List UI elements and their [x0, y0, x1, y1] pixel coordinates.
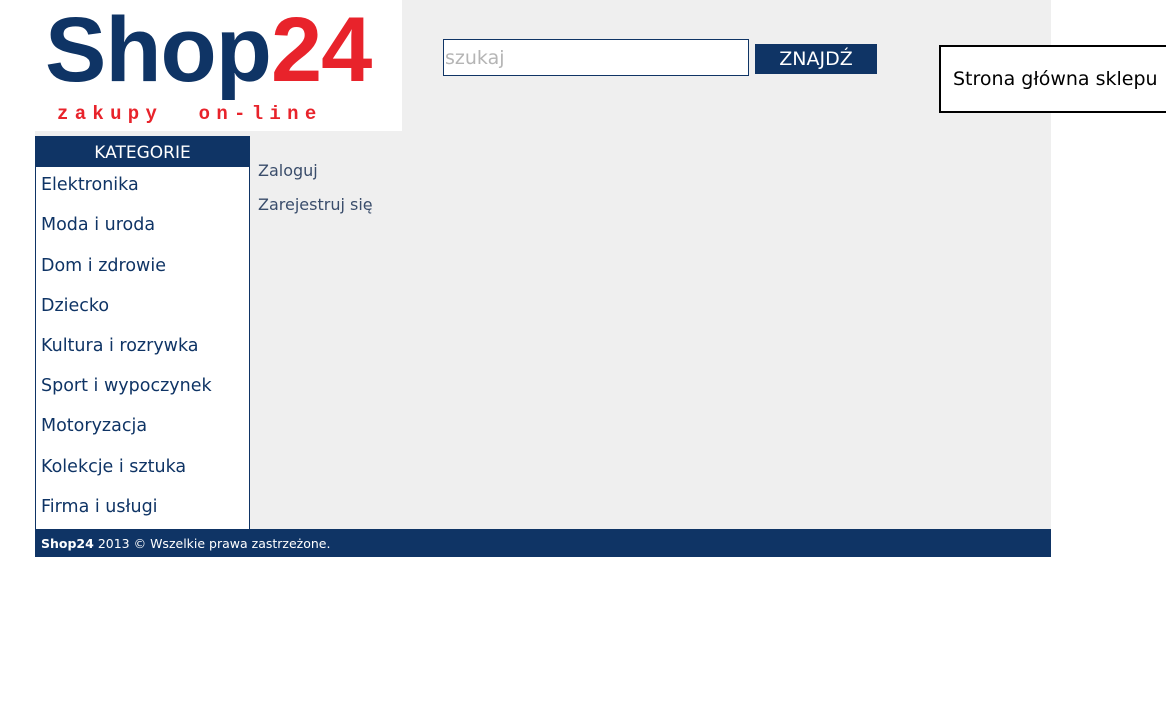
page-annotation-label: Strona główna sklepu: [939, 45, 1166, 113]
login-link[interactable]: Zaloguj: [258, 161, 318, 181]
categories-sidebar: KATEGORIE Elektronika Moda i uroda Dom i…: [35, 136, 250, 529]
search-input[interactable]: [443, 39, 749, 76]
logo-wordmark: Shop24: [45, 4, 372, 96]
category-item-firma-i-uslugi[interactable]: Firma i usługi: [41, 496, 158, 518]
register-link[interactable]: Zarejestruj się: [258, 195, 373, 215]
categories-header: KATEGORIE: [36, 137, 249, 167]
category-item-motoryzacja[interactable]: Motoryzacja: [41, 415, 147, 437]
footer-brand: Shop24: [41, 536, 94, 551]
category-item-dziecko[interactable]: Dziecko: [41, 295, 109, 317]
logo-tagline: zakupy on-line: [57, 103, 323, 125]
category-item-dom-i-zdrowie[interactable]: Dom i zdrowie: [41, 255, 166, 277]
category-item-kolekcje-i-sztuka[interactable]: Kolekcje i sztuka: [41, 456, 186, 478]
category-item-sport-i-wypoczynek[interactable]: Sport i wypoczynek: [41, 375, 212, 397]
page-footer: Shop24 2013 © Wszelkie prawa zastrzeżone…: [35, 529, 1051, 557]
logo-name-part2: 24: [270, 0, 372, 101]
footer-copyright: 2013 © Wszelkie prawa zastrzeżone.: [93, 536, 331, 551]
category-item-kultura-i-rozrywka[interactable]: Kultura i rozrywka: [41, 335, 199, 357]
category-item-elektronika[interactable]: Elektronika: [41, 174, 139, 196]
logo-name-part1: Shop: [45, 0, 272, 101]
shop-logo[interactable]: Shop24 zakupy on-line: [35, 0, 402, 131]
search-button[interactable]: ZNAJDŹ: [755, 44, 877, 74]
shop-page: Shop24 zakupy on-line ZNAJDŹ Strona głów…: [0, 0, 1166, 707]
category-item-moda-i-uroda[interactable]: Moda i uroda: [41, 214, 155, 236]
